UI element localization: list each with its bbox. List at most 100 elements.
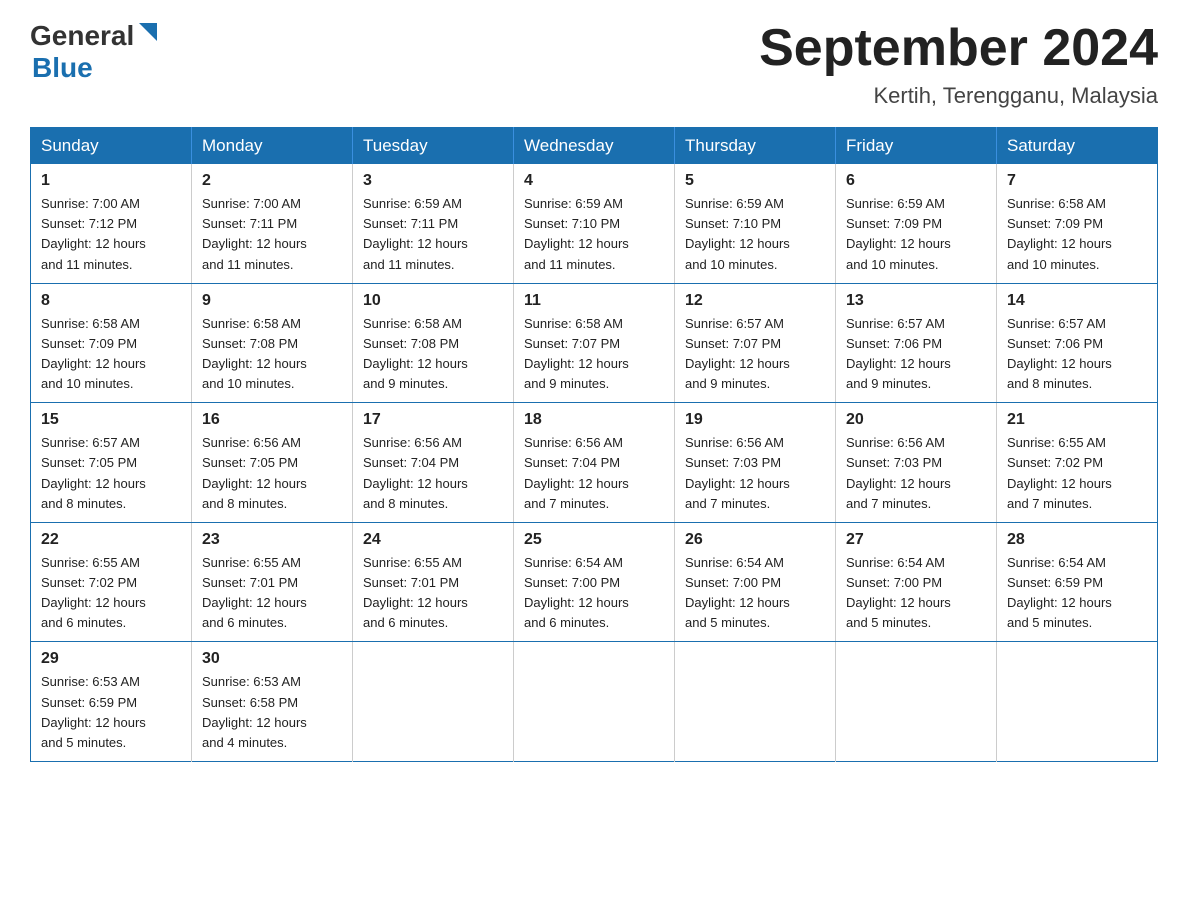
day-info: Sunrise: 6:59 AMSunset: 7:11 PMDaylight:… xyxy=(363,194,503,275)
day-info: Sunrise: 6:56 AMSunset: 7:03 PMDaylight:… xyxy=(846,433,986,514)
day-number: 6 xyxy=(846,172,986,190)
day-number: 8 xyxy=(41,292,181,310)
logo: General Blue xyxy=(30,20,159,84)
page-header: General Blue September 2024 Kertih, Tere… xyxy=(30,20,1158,109)
day-info: Sunrise: 6:56 AMSunset: 7:04 PMDaylight:… xyxy=(524,433,664,514)
day-number: 2 xyxy=(202,172,342,190)
calendar-cell: 15 Sunrise: 6:57 AMSunset: 7:05 PMDayligh… xyxy=(31,403,192,523)
header-sunday: Sunday xyxy=(31,128,192,165)
calendar-cell: 20 Sunrise: 6:56 AMSunset: 7:03 PMDayligh… xyxy=(836,403,997,523)
calendar-cell: 25 Sunrise: 6:54 AMSunset: 7:00 PMDayligh… xyxy=(514,522,675,642)
calendar-cell: 5 Sunrise: 6:59 AMSunset: 7:10 PMDaylight… xyxy=(675,164,836,283)
day-number: 13 xyxy=(846,292,986,310)
day-number: 11 xyxy=(524,292,664,310)
day-number: 25 xyxy=(524,531,664,549)
day-number: 3 xyxy=(363,172,503,190)
day-info: Sunrise: 6:55 AMSunset: 7:02 PMDaylight:… xyxy=(1007,433,1147,514)
day-info: Sunrise: 6:54 AMSunset: 6:59 PMDaylight:… xyxy=(1007,553,1147,634)
calendar-cell: 1 Sunrise: 7:00 AMSunset: 7:12 PMDaylight… xyxy=(31,164,192,283)
day-number: 23 xyxy=(202,531,342,549)
day-info: Sunrise: 6:57 AMSunset: 7:06 PMDaylight:… xyxy=(846,314,986,395)
day-number: 4 xyxy=(524,172,664,190)
day-number: 14 xyxy=(1007,292,1147,310)
calendar-cell: 27 Sunrise: 6:54 AMSunset: 7:00 PMDayligh… xyxy=(836,522,997,642)
day-info: Sunrise: 6:57 AMSunset: 7:07 PMDaylight:… xyxy=(685,314,825,395)
day-info: Sunrise: 6:58 AMSunset: 7:08 PMDaylight:… xyxy=(363,314,503,395)
header-monday: Monday xyxy=(192,128,353,165)
calendar-cell: 23 Sunrise: 6:55 AMSunset: 7:01 PMDayligh… xyxy=(192,522,353,642)
day-number: 29 xyxy=(41,650,181,668)
day-number: 21 xyxy=(1007,411,1147,429)
calendar-cell: 14 Sunrise: 6:57 AMSunset: 7:06 PMDayligh… xyxy=(997,283,1158,403)
day-info: Sunrise: 6:58 AMSunset: 7:09 PMDaylight:… xyxy=(41,314,181,395)
day-info: Sunrise: 6:55 AMSunset: 7:02 PMDaylight:… xyxy=(41,553,181,634)
header-friday: Friday xyxy=(836,128,997,165)
day-info: Sunrise: 6:57 AMSunset: 7:06 PMDaylight:… xyxy=(1007,314,1147,395)
calendar-cell xyxy=(514,642,675,762)
calendar-cell: 30Sunrise: 6:53 AMSunset: 6:58 PMDayligh… xyxy=(192,642,353,762)
calendar-cell: 28 Sunrise: 6:54 AMSunset: 6:59 PMDayligh… xyxy=(997,522,1158,642)
header-thursday: Thursday xyxy=(675,128,836,165)
calendar-cell: 9 Sunrise: 6:58 AMSunset: 7:08 PMDaylight… xyxy=(192,283,353,403)
logo-text-blue: Blue xyxy=(32,52,159,84)
day-number: 5 xyxy=(685,172,825,190)
week-row-5: 29 Sunrise: 6:53 AMSunset: 6:59 PMDayligh… xyxy=(31,642,1158,762)
calendar-cell: 21 Sunrise: 6:55 AMSunset: 7:02 PMDayligh… xyxy=(997,403,1158,523)
day-number: 30 xyxy=(202,650,342,668)
day-number: 1 xyxy=(41,172,181,190)
day-number: 20 xyxy=(846,411,986,429)
calendar-cell: 11 Sunrise: 6:58 AMSunset: 7:07 PMDayligh… xyxy=(514,283,675,403)
calendar-title: September 2024 xyxy=(759,20,1158,77)
calendar-cell: 13 Sunrise: 6:57 AMSunset: 7:06 PMDayligh… xyxy=(836,283,997,403)
day-number: 12 xyxy=(685,292,825,310)
calendar-cell xyxy=(675,642,836,762)
week-row-2: 8 Sunrise: 6:58 AMSunset: 7:09 PMDaylight… xyxy=(31,283,1158,403)
day-number: 16 xyxy=(202,411,342,429)
day-info: Sunrise: 6:59 AMSunset: 7:09 PMDaylight:… xyxy=(846,194,986,275)
day-info: Sunrise: 6:56 AMSunset: 7:05 PMDaylight:… xyxy=(202,433,342,514)
calendar-cell: 4 Sunrise: 6:59 AMSunset: 7:10 PMDaylight… xyxy=(514,164,675,283)
day-number: 19 xyxy=(685,411,825,429)
day-info: Sunrise: 6:59 AMSunset: 7:10 PMDaylight:… xyxy=(524,194,664,275)
day-info: Sunrise: 6:55 AMSunset: 7:01 PMDaylight:… xyxy=(202,553,342,634)
day-number: 27 xyxy=(846,531,986,549)
week-row-1: 1 Sunrise: 7:00 AMSunset: 7:12 PMDaylight… xyxy=(31,164,1158,283)
day-number: 10 xyxy=(363,292,503,310)
calendar-cell: 6 Sunrise: 6:59 AMSunset: 7:09 PMDaylight… xyxy=(836,164,997,283)
day-info: Sunrise: 7:00 AMSunset: 7:11 PMDaylight:… xyxy=(202,194,342,275)
calendar-cell: 24Sunrise: 6:55 AMSunset: 7:01 PMDayligh… xyxy=(353,522,514,642)
day-info: Sunrise: 6:54 AMSunset: 7:00 PMDaylight:… xyxy=(846,553,986,634)
header-tuesday: Tuesday xyxy=(353,128,514,165)
day-info: Sunrise: 7:00 AMSunset: 7:12 PMDaylight:… xyxy=(41,194,181,275)
day-info: Sunrise: 6:57 AMSunset: 7:05 PMDaylight:… xyxy=(41,433,181,514)
day-info: Sunrise: 6:58 AMSunset: 7:09 PMDaylight:… xyxy=(1007,194,1147,275)
day-info: Sunrise: 6:54 AMSunset: 7:00 PMDaylight:… xyxy=(524,553,664,634)
day-number: 28 xyxy=(1007,531,1147,549)
header-wednesday: Wednesday xyxy=(514,128,675,165)
week-row-3: 15 Sunrise: 6:57 AMSunset: 7:05 PMDayligh… xyxy=(31,403,1158,523)
calendar-table: SundayMondayTuesdayWednesdayThursdayFrid… xyxy=(30,127,1158,762)
day-number: 24 xyxy=(363,531,503,549)
day-info: Sunrise: 6:53 AMSunset: 6:59 PMDaylight:… xyxy=(41,672,181,753)
calendar-cell: 18Sunrise: 6:56 AMSunset: 7:04 PMDayligh… xyxy=(514,403,675,523)
calendar-cell: 12 Sunrise: 6:57 AMSunset: 7:07 PMDayligh… xyxy=(675,283,836,403)
day-number: 9 xyxy=(202,292,342,310)
day-info: Sunrise: 6:54 AMSunset: 7:00 PMDaylight:… xyxy=(685,553,825,634)
day-number: 26 xyxy=(685,531,825,549)
day-info: Sunrise: 6:58 AMSunset: 7:07 PMDaylight:… xyxy=(524,314,664,395)
calendar-cell: 29 Sunrise: 6:53 AMSunset: 6:59 PMDayligh… xyxy=(31,642,192,762)
calendar-cell: 10 Sunrise: 6:58 AMSunset: 7:08 PMDayligh… xyxy=(353,283,514,403)
day-number: 15 xyxy=(41,411,181,429)
calendar-cell xyxy=(836,642,997,762)
calendar-cell: 22 Sunrise: 6:55 AMSunset: 7:02 PMDayligh… xyxy=(31,522,192,642)
day-info: Sunrise: 6:58 AMSunset: 7:08 PMDaylight:… xyxy=(202,314,342,395)
title-section: September 2024 Kertih, Terengganu, Malay… xyxy=(759,20,1158,109)
header-saturday: Saturday xyxy=(997,128,1158,165)
calendar-subtitle: Kertih, Terengganu, Malaysia xyxy=(759,83,1158,109)
calendar-cell: 3 Sunrise: 6:59 AMSunset: 7:11 PMDaylight… xyxy=(353,164,514,283)
calendar-cell: 17Sunrise: 6:56 AMSunset: 7:04 PMDayligh… xyxy=(353,403,514,523)
day-info: Sunrise: 6:59 AMSunset: 7:10 PMDaylight:… xyxy=(685,194,825,275)
calendar-cell xyxy=(353,642,514,762)
day-number: 22 xyxy=(41,531,181,549)
calendar-cell: 26 Sunrise: 6:54 AMSunset: 7:00 PMDayligh… xyxy=(675,522,836,642)
